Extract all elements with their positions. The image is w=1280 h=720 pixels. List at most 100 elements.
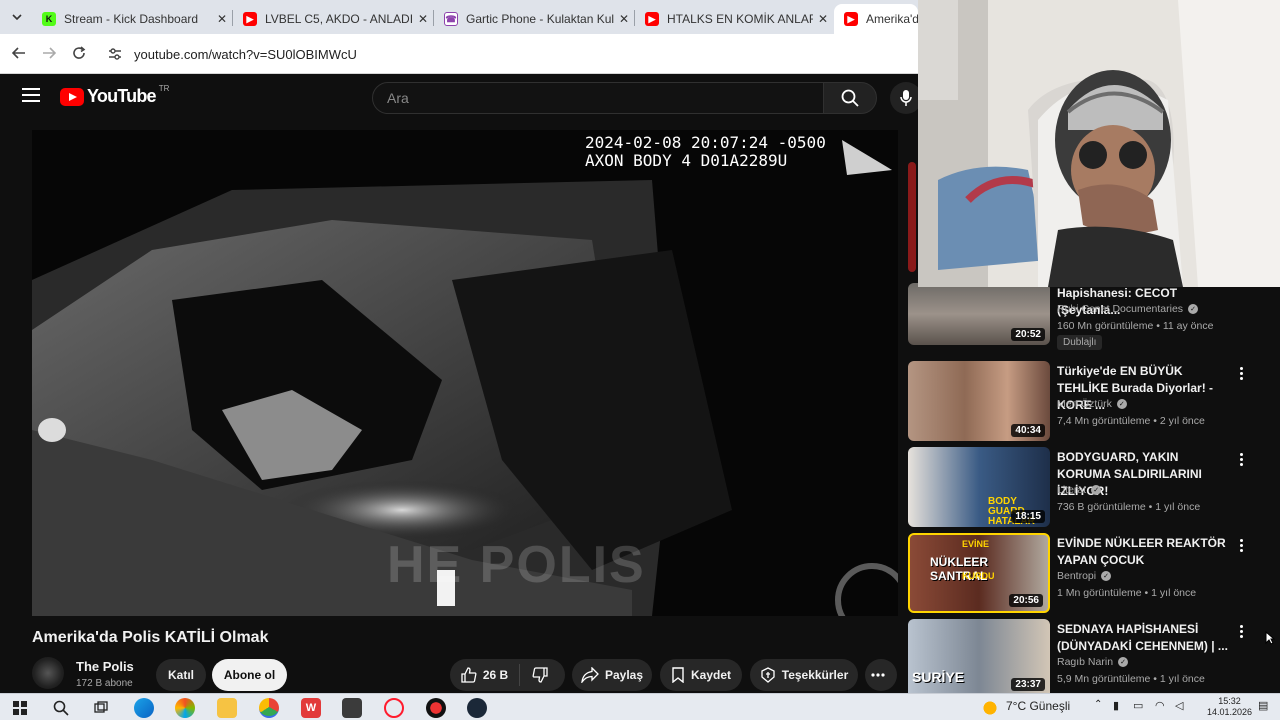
tab-close-icon[interactable]: ✕ <box>212 12 232 26</box>
search-icon[interactable] <box>51 698 71 718</box>
thumbnail-caption: SURİYE <box>912 669 965 685</box>
edge-browser-icon[interactable] <box>134 698 154 718</box>
browser-tab-active[interactable]: ▶ Amerika'da P <box>834 4 918 34</box>
more-vertical-icon[interactable] <box>1236 623 1246 643</box>
chrome-icon[interactable] <box>259 698 279 718</box>
reload-icon[interactable] <box>68 42 90 64</box>
youtube-header: YouTube TR Ara <box>0 74 922 120</box>
tab-close-icon[interactable]: ✕ <box>813 12 833 26</box>
recommendation-meta: 736 B görüntüleme • 1 yıl önce <box>1057 501 1201 513</box>
tray-app-icon[interactable]: ▮ <box>1113 699 1119 712</box>
browser-tab[interactable]: K Stream - Kick Dashboard ✕ <box>32 4 232 34</box>
clock-time: 15:32 <box>1218 696 1241 706</box>
video-player[interactable]: 2024-02-08 20:07:24 -0500 AXON BODY 4 D0… <box>32 130 898 616</box>
channel-watermark: HE POLIS <box>387 536 646 594</box>
thanks-label: Teşekkürler <box>781 668 849 682</box>
thumbs-up-icon <box>461 667 477 683</box>
recommendation-title[interactable]: SEDNAYA HAPİSHANESİ (DÜNYADAKİ CEHENNEM)… <box>1057 621 1235 655</box>
verified-check-icon: ✓ <box>1101 571 1112 581</box>
notification-icon[interactable]: ▤ <box>1258 699 1268 712</box>
channel-name[interactable]: The Polis <box>76 659 134 674</box>
youtube-wordmark: YouTube <box>87 86 157 106</box>
address-bar[interactable]: youtube.com/watch?v=SU0lOBIMWcU <box>100 39 912 69</box>
save-label: Kaydet <box>690 668 731 682</box>
tray-chevron-icon[interactable]: ⌃ <box>1094 699 1102 710</box>
steam-icon[interactable] <box>467 698 487 718</box>
browser-tab[interactable]: ▶ HTALKS EN KOMİK ANLAR - You ✕ <box>635 4 833 34</box>
webcam-overlay <box>918 0 1280 287</box>
clock[interactable]: 15:32 14.01.2026 <box>1207 696 1252 718</box>
tab-close-icon[interactable]: ✕ <box>413 12 433 26</box>
video-thumbnail[interactable]: EVİNE NÜKLEER SANTRAL KURDU 20:56 <box>908 533 1050 613</box>
subscribe-button[interactable]: Abone ol <box>212 659 287 691</box>
browser-tab[interactable]: ☎ Gartic Phone - Kulaktan Kulağa ✕ <box>434 4 634 34</box>
join-button[interactable]: Katıl <box>156 659 206 691</box>
volume-icon[interactable]: ◁ <box>1175 699 1183 712</box>
verified-check-icon: ✓ <box>1188 304 1199 314</box>
more-vertical-icon[interactable] <box>1236 537 1246 557</box>
weather-text[interactable]: 7°C Güneşli <box>1006 699 1070 713</box>
verified-check-icon: ✓ <box>1116 399 1127 409</box>
recommendation-channel[interactable]: Literat ✓ <box>1057 484 1102 496</box>
back-arrow-icon[interactable] <box>8 42 30 64</box>
opera-icon[interactable] <box>384 698 404 718</box>
wps-office-icon[interactable]: W <box>301 698 321 718</box>
tab-close-icon[interactable]: ✕ <box>614 12 634 26</box>
youtube-logo[interactable]: YouTube TR <box>60 84 169 107</box>
clock-date: 14.01.2026 <box>1207 707 1253 717</box>
share-label: Paylaş <box>604 668 644 682</box>
obs-like-app-icon[interactable] <box>342 698 362 718</box>
recommendation-title[interactable]: EVİNDE NÜKLEER REAKTÖR YAPAN ÇOCUK <box>1057 535 1235 569</box>
recommendation-item[interactable]: EVİNE NÜKLEER SANTRAL KURDU 20:56 EVİNDE… <box>908 533 1268 613</box>
save-button[interactable]: Kaydet <box>660 659 742 691</box>
dislike-button[interactable] <box>520 667 565 683</box>
recommendation-channel[interactable]: Bentropi ✓ <box>1057 570 1112 582</box>
recommendation-item[interactable]: SURİYE 23:37 SEDNAYA HAPİSHANESİ (DÜNYAD… <box>908 619 1268 693</box>
tray-battery-icon[interactable]: ▭ <box>1133 699 1143 712</box>
app-icon[interactable] <box>426 698 446 718</box>
more-vertical-icon[interactable] <box>1236 451 1246 471</box>
video-thumbnail[interactable]: SURİYE 23:37 <box>908 619 1050 693</box>
weather-sun-icon[interactable] <box>980 698 1000 718</box>
thumbs-down-icon <box>532 667 548 683</box>
site-settings-icon[interactable] <box>104 43 126 65</box>
file-explorer-icon[interactable] <box>217 698 237 718</box>
more-actions-button[interactable] <box>865 659 897 691</box>
tab-search-chevron-icon[interactable] <box>6 6 28 28</box>
join-label: Katıl <box>167 668 194 682</box>
webcam-image <box>918 0 1280 287</box>
forward-arrow-icon[interactable] <box>38 42 60 64</box>
video-thumbnail[interactable]: BODY GUARD HATALAR 18:15 <box>908 447 1050 527</box>
recommendation-item[interactable]: BODY GUARD HATALAR 18:15 BODYGUARD, YAKI… <box>908 447 1268 527</box>
like-button[interactable]: 26 B <box>450 664 520 686</box>
hamburger-menu-icon[interactable] <box>22 88 40 102</box>
more-vertical-icon[interactable] <box>1236 365 1246 385</box>
dubbed-badge: Dublajlı <box>1057 335 1103 350</box>
browser-toolbar: youtube.com/watch?v=SU0lOBIMWcU <box>0 34 918 74</box>
thanks-button[interactable]: Teşekkürler <box>750 659 858 691</box>
recommendation-item[interactable]: 20:52 Hapishanesi: CECOT (Şeytanla... Ru… <box>908 283 1268 350</box>
video-thumbnail[interactable]: 20:52 <box>908 283 1050 345</box>
share-button[interactable]: Paylaş <box>572 659 652 691</box>
task-view-icon[interactable] <box>91 698 111 718</box>
browser-tab-strip: K Stream - Kick Dashboard ✕ ▶ LVBEL C5, … <box>0 0 918 34</box>
recommendation-channel[interactable]: Ragıb Narin ✓ <box>1057 656 1129 668</box>
channel-avatar[interactable] <box>32 657 64 689</box>
recommendation-item[interactable]: 40:34 Türkiye'de EN BÜYÜK TEHLİKE Burada… <box>908 361 1268 441</box>
channel-name: Bentropi <box>1057 570 1097 582</box>
search-button[interactable] <box>823 82 877 114</box>
video-thumbnail[interactable]: 40:34 <box>908 361 1050 441</box>
partial-thumbnail-edge <box>908 162 916 272</box>
recommendation-channel[interactable]: Ruhi Cenet Documentaries ✓ <box>1057 303 1199 315</box>
youtube-icon: ▶ <box>243 12 257 26</box>
search-input[interactable]: Ara <box>372 82 824 114</box>
windows-start-icon[interactable] <box>10 698 30 718</box>
wifi-icon[interactable]: ◠ <box>1155 699 1165 712</box>
copilot-icon[interactable] <box>175 698 195 718</box>
browser-tab[interactable]: ▶ LVBEL C5, AKDO - ANLADIM SE ✕ <box>233 4 433 34</box>
recommendation-channel[interactable]: Mert Öztürk ✓ <box>1057 398 1127 410</box>
gartic-icon: ☎ <box>444 12 458 26</box>
tab-title: LVBEL C5, AKDO - ANLADIM SE <box>265 12 413 26</box>
channel-name: Ragıb Narin <box>1057 656 1114 668</box>
video-duration: 23:37 <box>1011 678 1045 691</box>
